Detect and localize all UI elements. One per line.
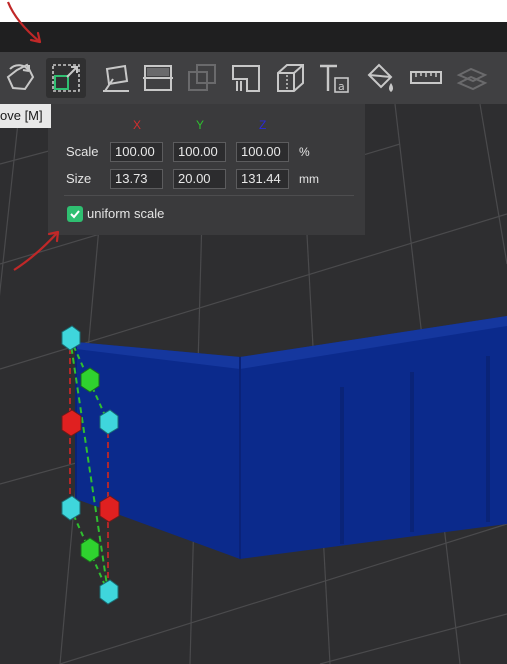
text-tool-button[interactable]: a — [314, 58, 354, 98]
svg-text:a: a — [338, 80, 345, 93]
measure-icon — [410, 71, 442, 84]
uniform-scale-checkbox[interactable] — [67, 206, 83, 222]
cut-tool-button[interactable] — [138, 58, 178, 98]
boolean-tool-button[interactable] — [182, 58, 222, 98]
lay-on-face-tool-button[interactable] — [96, 58, 136, 98]
canvas-top-area — [0, 0, 507, 22]
axis-y-header: Y — [196, 118, 205, 132]
scale-y-input[interactable]: 100.00 — [173, 142, 226, 162]
seam-painting-tool-button[interactable] — [270, 58, 310, 98]
rotate-icon — [6, 63, 35, 91]
scale-x-input[interactable]: 100.00 — [110, 142, 163, 162]
support-painting-icon — [232, 65, 260, 92]
panel-divider — [64, 195, 354, 196]
scale-z-input[interactable]: 100.00 — [236, 142, 289, 162]
text-icon: a — [320, 64, 349, 93]
boolean-icon — [188, 64, 216, 91]
axis-x-header: X — [133, 118, 142, 132]
assembly-tool-button[interactable] — [452, 58, 492, 98]
seam-painting-icon — [277, 64, 304, 92]
size-y-input[interactable]: 20.00 — [173, 169, 226, 189]
support-painting-tool-button[interactable] — [226, 58, 266, 98]
menu-bar — [0, 22, 507, 52]
scale-row-label: Scale — [66, 144, 99, 159]
axis-z-header: Z — [259, 118, 267, 132]
model-object[interactable] — [75, 316, 507, 559]
color-painting-icon — [367, 63, 393, 92]
lay-on-face-icon — [103, 64, 129, 92]
size-x-input[interactable]: 13.73 — [110, 169, 163, 189]
size-z-input[interactable]: 131.44 — [236, 169, 289, 189]
scale-tool-button[interactable] — [46, 58, 86, 98]
assembly-icon — [456, 67, 488, 91]
color-painting-tool-button[interactable] — [360, 58, 400, 98]
measure-tool-button[interactable] — [406, 58, 446, 98]
annotation-arrow-bottom — [13, 230, 60, 271]
move-tooltip: ove [M] — [0, 104, 51, 128]
size-row-label: Size — [66, 171, 92, 186]
annotation-arrow-top — [6, 1, 42, 44]
size-unit: mm — [299, 172, 319, 186]
rotate-tool-button[interactable] — [0, 58, 40, 98]
scale-unit: % — [299, 145, 310, 159]
cut-icon — [143, 65, 173, 91]
uniform-scale-label[interactable]: uniform scale — [87, 206, 164, 221]
scale-panel: X Y Z Scale 100.00 100.00 100.00 % Size … — [48, 104, 365, 235]
scale-icon — [52, 64, 80, 92]
checkmark-icon — [70, 210, 80, 219]
